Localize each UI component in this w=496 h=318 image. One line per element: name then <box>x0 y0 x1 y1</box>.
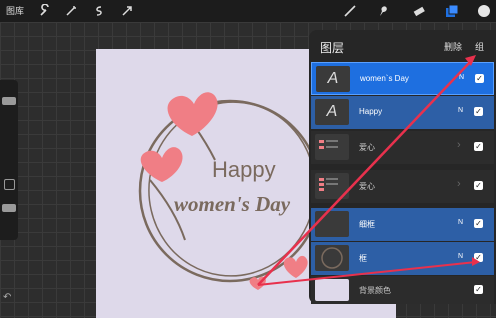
layer-name: Happy <box>359 107 383 116</box>
blend-mode[interactable]: N <box>459 74 464 81</box>
happy-text: Happy <box>212 157 276 182</box>
layer-thumbnail <box>315 279 349 301</box>
layers-panel: 图层 删除 组 A women`s Day N ✓ A Happy N ✓ 爱心… <box>309 30 496 304</box>
heart-medium <box>140 147 183 182</box>
womens-day-text: women's Day <box>174 192 291 216</box>
layer-name: 爱心 <box>359 182 375 191</box>
layer-thumbnail <box>315 245 349 271</box>
layer-name: 背景颜色 <box>359 286 391 295</box>
visibility-checkbox[interactable]: ✓ <box>474 142 483 151</box>
delete-button[interactable]: 删除 <box>444 40 462 53</box>
layer-name: 爱心 <box>359 143 375 152</box>
visibility-checkbox[interactable]: ✓ <box>474 181 483 190</box>
blend-mode[interactable]: N <box>458 219 463 226</box>
layer-thumbnail <box>315 134 349 160</box>
layer-thumbnail: A <box>316 66 350 92</box>
visibility-checkbox[interactable]: ✓ <box>474 107 483 116</box>
layers-panel-title: 图层 <box>320 41 345 55</box>
visibility-checkbox[interactable]: ✓ <box>474 285 483 294</box>
layer-row-heart-group-1[interactable]: 爱心 › ✓ <box>311 131 494 164</box>
layer-name: 框 <box>359 254 367 263</box>
layer-thumbnail: A <box>315 99 349 125</box>
chevron-right-icon[interactable]: › <box>457 178 461 190</box>
blend-mode[interactable]: N <box>458 107 463 114</box>
layer-row-frame[interactable]: 框 N ✓ <box>311 242 494 275</box>
heart-large <box>167 92 218 136</box>
layer-row-happy[interactable]: A Happy N ✓ <box>311 96 494 129</box>
chevron-right-icon[interactable]: › <box>457 139 461 151</box>
layer-row-womens-day[interactable]: A women`s Day N ✓ <box>311 62 494 95</box>
visibility-checkbox[interactable]: ✓ <box>474 219 483 228</box>
layer-row-thin-frame[interactable]: 细框 N ✓ <box>311 208 494 241</box>
layer-thumbnail <box>315 211 349 237</box>
layer-thumbnail <box>315 173 349 199</box>
layer-row-heart-group-2[interactable]: 爱心 › ✓ <box>311 170 494 203</box>
layer-name: 细框 <box>359 220 375 229</box>
layer-row-background-color[interactable]: 背景颜色 ✓ <box>311 276 494 304</box>
group-button[interactable]: 组 <box>475 40 484 53</box>
visibility-checkbox[interactable]: ✓ <box>475 74 484 83</box>
visibility-checkbox[interactable]: ✓ <box>474 253 483 262</box>
layer-name: women`s Day <box>360 74 409 83</box>
blend-mode[interactable]: N <box>458 253 463 260</box>
